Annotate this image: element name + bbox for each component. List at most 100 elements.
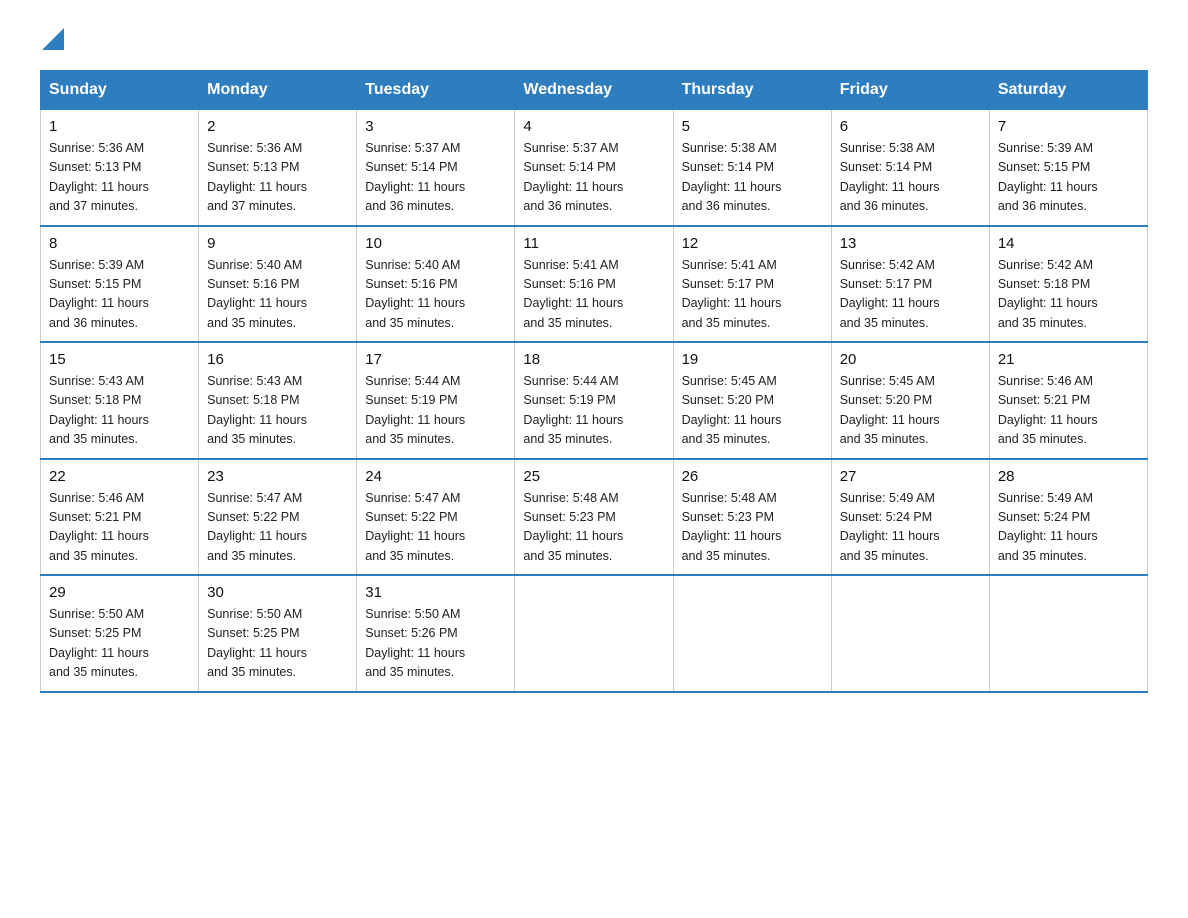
day-cell: 31 Sunrise: 5:50 AMSunset: 5:26 PMDaylig… <box>357 575 515 692</box>
day-cell: 11 Sunrise: 5:41 AMSunset: 5:16 PMDaylig… <box>515 226 673 343</box>
day-cell: 19 Sunrise: 5:45 AMSunset: 5:20 PMDaylig… <box>673 342 831 459</box>
day-number: 1 <box>49 118 190 135</box>
day-number: 2 <box>207 118 348 135</box>
day-number: 8 <box>49 235 190 252</box>
day-cell: 15 Sunrise: 5:43 AMSunset: 5:18 PMDaylig… <box>41 342 199 459</box>
day-number: 17 <box>365 351 506 368</box>
day-info: Sunrise: 5:49 AMSunset: 5:24 PMDaylight:… <box>840 489 981 567</box>
day-info: Sunrise: 5:43 AMSunset: 5:18 PMDaylight:… <box>207 372 348 450</box>
day-number: 31 <box>365 584 506 601</box>
day-cell: 24 Sunrise: 5:47 AMSunset: 5:22 PMDaylig… <box>357 459 515 576</box>
day-info: Sunrise: 5:45 AMSunset: 5:20 PMDaylight:… <box>840 372 981 450</box>
week-row-3: 15 Sunrise: 5:43 AMSunset: 5:18 PMDaylig… <box>41 342 1148 459</box>
logo-arrow-icon <box>42 28 64 50</box>
day-info: Sunrise: 5:44 AMSunset: 5:19 PMDaylight:… <box>365 372 506 450</box>
day-cell: 27 Sunrise: 5:49 AMSunset: 5:24 PMDaylig… <box>831 459 989 576</box>
day-cell: 26 Sunrise: 5:48 AMSunset: 5:23 PMDaylig… <box>673 459 831 576</box>
day-info: Sunrise: 5:41 AMSunset: 5:16 PMDaylight:… <box>523 256 664 334</box>
day-cell: 5 Sunrise: 5:38 AMSunset: 5:14 PMDayligh… <box>673 110 831 226</box>
day-cell: 30 Sunrise: 5:50 AMSunset: 5:25 PMDaylig… <box>199 575 357 692</box>
day-cell: 22 Sunrise: 5:46 AMSunset: 5:21 PMDaylig… <box>41 459 199 576</box>
day-info: Sunrise: 5:47 AMSunset: 5:22 PMDaylight:… <box>207 489 348 567</box>
day-number: 27 <box>840 468 981 485</box>
day-cell: 2 Sunrise: 5:36 AMSunset: 5:13 PMDayligh… <box>199 110 357 226</box>
day-cell: 28 Sunrise: 5:49 AMSunset: 5:24 PMDaylig… <box>989 459 1147 576</box>
calendar-table: SundayMondayTuesdayWednesdayThursdayFrid… <box>40 70 1148 693</box>
week-row-5: 29 Sunrise: 5:50 AMSunset: 5:25 PMDaylig… <box>41 575 1148 692</box>
day-number: 11 <box>523 235 664 252</box>
day-cell <box>515 575 673 692</box>
day-cell: 29 Sunrise: 5:50 AMSunset: 5:25 PMDaylig… <box>41 575 199 692</box>
day-info: Sunrise: 5:40 AMSunset: 5:16 PMDaylight:… <box>365 256 506 334</box>
week-row-1: 1 Sunrise: 5:36 AMSunset: 5:13 PMDayligh… <box>41 110 1148 226</box>
day-number: 21 <box>998 351 1139 368</box>
day-info: Sunrise: 5:47 AMSunset: 5:22 PMDaylight:… <box>365 489 506 567</box>
day-number: 23 <box>207 468 348 485</box>
day-number: 3 <box>365 118 506 135</box>
header-day-wednesday: Wednesday <box>515 71 673 110</box>
day-cell <box>831 575 989 692</box>
day-number: 24 <box>365 468 506 485</box>
day-number: 14 <box>998 235 1139 252</box>
day-cell: 9 Sunrise: 5:40 AMSunset: 5:16 PMDayligh… <box>199 226 357 343</box>
day-info: Sunrise: 5:50 AMSunset: 5:25 PMDaylight:… <box>49 605 190 683</box>
day-info: Sunrise: 5:38 AMSunset: 5:14 PMDaylight:… <box>840 139 981 217</box>
logo <box>40 30 64 50</box>
day-info: Sunrise: 5:45 AMSunset: 5:20 PMDaylight:… <box>682 372 823 450</box>
header-day-sunday: Sunday <box>41 71 199 110</box>
day-number: 20 <box>840 351 981 368</box>
day-number: 16 <box>207 351 348 368</box>
day-cell: 6 Sunrise: 5:38 AMSunset: 5:14 PMDayligh… <box>831 110 989 226</box>
day-number: 12 <box>682 235 823 252</box>
day-info: Sunrise: 5:42 AMSunset: 5:18 PMDaylight:… <box>998 256 1139 334</box>
day-number: 22 <box>49 468 190 485</box>
day-cell: 14 Sunrise: 5:42 AMSunset: 5:18 PMDaylig… <box>989 226 1147 343</box>
week-row-4: 22 Sunrise: 5:46 AMSunset: 5:21 PMDaylig… <box>41 459 1148 576</box>
day-cell: 12 Sunrise: 5:41 AMSunset: 5:17 PMDaylig… <box>673 226 831 343</box>
day-cell <box>673 575 831 692</box>
day-cell: 18 Sunrise: 5:44 AMSunset: 5:19 PMDaylig… <box>515 342 673 459</box>
day-number: 7 <box>998 118 1139 135</box>
day-number: 9 <box>207 235 348 252</box>
day-cell: 17 Sunrise: 5:44 AMSunset: 5:19 PMDaylig… <box>357 342 515 459</box>
day-info: Sunrise: 5:48 AMSunset: 5:23 PMDaylight:… <box>523 489 664 567</box>
day-cell: 7 Sunrise: 5:39 AMSunset: 5:15 PMDayligh… <box>989 110 1147 226</box>
header-day-friday: Friday <box>831 71 989 110</box>
day-info: Sunrise: 5:37 AMSunset: 5:14 PMDaylight:… <box>365 139 506 217</box>
day-info: Sunrise: 5:38 AMSunset: 5:14 PMDaylight:… <box>682 139 823 217</box>
day-number: 30 <box>207 584 348 601</box>
day-number: 29 <box>49 584 190 601</box>
page-header <box>40 30 1148 50</box>
calendar-header: SundayMondayTuesdayWednesdayThursdayFrid… <box>41 71 1148 110</box>
day-number: 25 <box>523 468 664 485</box>
day-info: Sunrise: 5:48 AMSunset: 5:23 PMDaylight:… <box>682 489 823 567</box>
day-cell: 21 Sunrise: 5:46 AMSunset: 5:21 PMDaylig… <box>989 342 1147 459</box>
day-number: 19 <box>682 351 823 368</box>
day-number: 13 <box>840 235 981 252</box>
header-day-thursday: Thursday <box>673 71 831 110</box>
day-cell: 25 Sunrise: 5:48 AMSunset: 5:23 PMDaylig… <box>515 459 673 576</box>
day-number: 28 <box>998 468 1139 485</box>
day-cell: 1 Sunrise: 5:36 AMSunset: 5:13 PMDayligh… <box>41 110 199 226</box>
day-info: Sunrise: 5:43 AMSunset: 5:18 PMDaylight:… <box>49 372 190 450</box>
calendar-body: 1 Sunrise: 5:36 AMSunset: 5:13 PMDayligh… <box>41 110 1148 692</box>
day-info: Sunrise: 5:41 AMSunset: 5:17 PMDaylight:… <box>682 256 823 334</box>
header-row: SundayMondayTuesdayWednesdayThursdayFrid… <box>41 71 1148 110</box>
day-info: Sunrise: 5:44 AMSunset: 5:19 PMDaylight:… <box>523 372 664 450</box>
day-info: Sunrise: 5:50 AMSunset: 5:26 PMDaylight:… <box>365 605 506 683</box>
day-cell: 4 Sunrise: 5:37 AMSunset: 5:14 PMDayligh… <box>515 110 673 226</box>
day-info: Sunrise: 5:36 AMSunset: 5:13 PMDaylight:… <box>207 139 348 217</box>
day-cell: 13 Sunrise: 5:42 AMSunset: 5:17 PMDaylig… <box>831 226 989 343</box>
day-number: 26 <box>682 468 823 485</box>
day-info: Sunrise: 5:42 AMSunset: 5:17 PMDaylight:… <box>840 256 981 334</box>
day-cell: 8 Sunrise: 5:39 AMSunset: 5:15 PMDayligh… <box>41 226 199 343</box>
day-number: 5 <box>682 118 823 135</box>
day-number: 10 <box>365 235 506 252</box>
day-info: Sunrise: 5:49 AMSunset: 5:24 PMDaylight:… <box>998 489 1139 567</box>
day-info: Sunrise: 5:37 AMSunset: 5:14 PMDaylight:… <box>523 139 664 217</box>
header-day-saturday: Saturday <box>989 71 1147 110</box>
day-info: Sunrise: 5:39 AMSunset: 5:15 PMDaylight:… <box>49 256 190 334</box>
day-cell <box>989 575 1147 692</box>
day-number: 15 <box>49 351 190 368</box>
day-cell: 16 Sunrise: 5:43 AMSunset: 5:18 PMDaylig… <box>199 342 357 459</box>
